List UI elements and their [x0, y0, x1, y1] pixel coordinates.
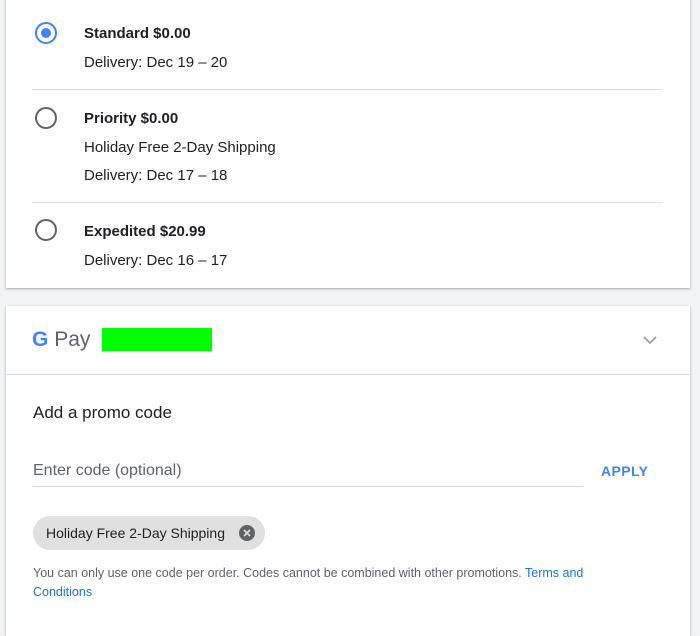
- radio-standard[interactable]: [35, 22, 57, 44]
- shipping-options-card: Standard $0.00 Delivery: Dec 19 – 20 Pri…: [6, 0, 690, 288]
- option-title: Priority $0.00: [84, 110, 179, 127]
- applied-promo-chip: Holiday Free 2-Day Shipping: [33, 516, 265, 550]
- gpay-logo: G Pay: [32, 328, 91, 351]
- option-title: Standard $0.00: [84, 25, 191, 42]
- promo-note: You can only use one code per order. Cod…: [33, 566, 584, 599]
- chevron-down-icon[interactable]: [642, 332, 658, 348]
- delivery-date: Delivery: Dec 19 – 20: [84, 54, 228, 71]
- payment-card: G Pay Add a promo code APPLY Holiday Fre…: [6, 306, 690, 636]
- delivery-date: Delivery: Dec 16 – 17: [84, 252, 228, 269]
- radio-expedited[interactable]: [35, 219, 57, 241]
- redacted-account-block: [102, 328, 212, 351]
- apply-button[interactable]: APPLY: [591, 459, 658, 483]
- option-description: Holiday Free 2-Day Shipping: [84, 139, 276, 156]
- radio-priority[interactable]: [35, 107, 57, 129]
- divider: [32, 89, 662, 90]
- promo-code-input[interactable]: [33, 456, 583, 487]
- option-title: Expedited $20.99: [84, 223, 206, 240]
- chip-label: Holiday Free 2-Day Shipping: [46, 525, 225, 541]
- delivery-date: Delivery: Dec 17 – 18: [84, 167, 228, 184]
- gpay-method-row[interactable]: G Pay: [6, 306, 690, 375]
- promo-title: Add a promo code: [33, 403, 172, 422]
- close-icon[interactable]: [238, 525, 255, 541]
- divider: [32, 202, 662, 203]
